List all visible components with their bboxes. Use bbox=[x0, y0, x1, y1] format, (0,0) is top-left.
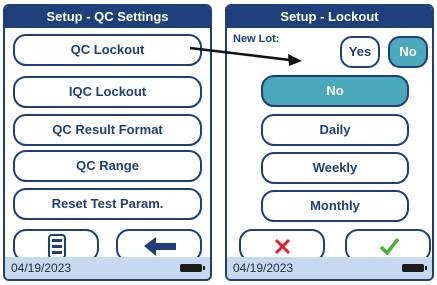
lockout-option-no[interactable]: No bbox=[261, 75, 409, 107]
new-lot-yes-button[interactable]: Yes bbox=[340, 36, 380, 68]
new-lot-label: New Lot: bbox=[233, 33, 280, 45]
qc-settings-screen: Setup - QC Settings QC Lockout IQC Locko… bbox=[3, 4, 212, 281]
reset-test-param-button[interactable]: Reset Test Param. bbox=[13, 188, 202, 220]
qc-range-button[interactable]: QC Range bbox=[13, 150, 202, 182]
qc-result-format-button[interactable]: QC Result Format bbox=[13, 114, 202, 146]
lockout-option-daily[interactable]: Daily bbox=[261, 114, 409, 146]
status-bar: 04/19/2023 bbox=[5, 257, 210, 279]
lockout-option-weekly[interactable]: Weekly bbox=[261, 152, 409, 184]
new-lot-no-button[interactable]: No bbox=[388, 36, 428, 68]
iqc-lockout-button[interactable]: IQC Lockout bbox=[13, 76, 202, 108]
date-text: 04/19/2023 bbox=[233, 261, 294, 275]
screen-title: Setup - Lockout bbox=[227, 6, 432, 28]
status-bar: 04/19/2023 bbox=[227, 257, 432, 279]
lockout-option-monthly[interactable]: Monthly bbox=[261, 190, 409, 222]
date-text: 04/19/2023 bbox=[11, 261, 72, 275]
lockout-screen: Setup - Lockout New Lot: Yes No No Daily… bbox=[225, 4, 434, 281]
battery-icon bbox=[402, 264, 427, 272]
qc-lockout-button[interactable]: QC Lockout bbox=[13, 34, 202, 66]
screen-title: Setup - QC Settings bbox=[5, 6, 210, 28]
battery-icon bbox=[180, 264, 205, 272]
